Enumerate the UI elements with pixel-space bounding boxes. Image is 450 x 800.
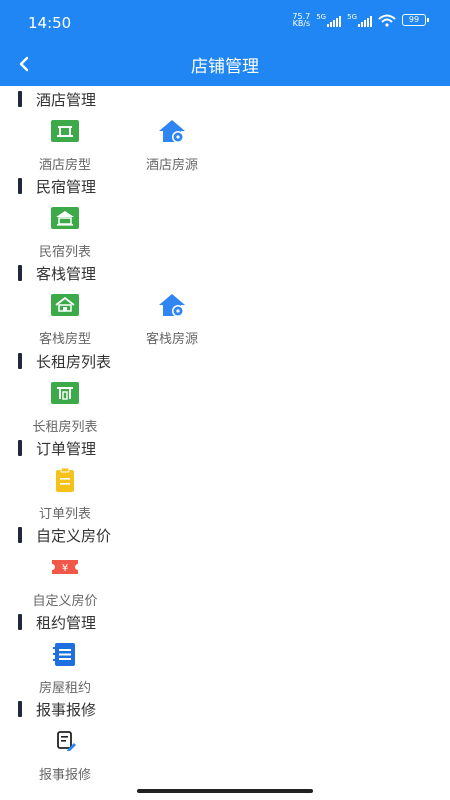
house-lease-button[interactable]: 房屋租约 [20, 641, 110, 696]
section-lease-management: 租约管理 [18, 612, 96, 632]
long-rent-icon [50, 380, 80, 406]
item-label: 长租房列表 [32, 420, 98, 435]
contract-icon [50, 641, 80, 667]
item-label: 酒店房型 [38, 158, 91, 173]
homestay-list-button[interactable]: 民宿列表 [20, 205, 110, 260]
room-type-icon [50, 118, 80, 144]
signal-icon: 5G [316, 13, 342, 27]
app-header: 14:50 75.7 KB/s 5G 5G 99 店铺管理 [0, 0, 450, 86]
item-label: 酒店房源 [145, 158, 198, 173]
inn-room-type-button[interactable]: 客栈房型 [20, 292, 110, 347]
network-speed-unit: KB/s [292, 19, 311, 28]
section-marker [18, 265, 22, 281]
svg-text:¥: ¥ [62, 563, 68, 574]
price-ticket-icon: ¥ [50, 554, 80, 580]
clipboard-icon [50, 467, 80, 493]
section-marker [18, 440, 22, 456]
section-long-rent: 长租房列表 [18, 351, 111, 371]
section-marker [18, 701, 22, 717]
section-homestay-management: 民宿管理 [18, 176, 96, 196]
nav-bar: 店铺管理 [0, 44, 450, 86]
network-speed: 75.7 KB/s [292, 13, 311, 28]
section-hotel-management: 酒店管理 [18, 89, 96, 109]
wifi-icon [378, 14, 396, 27]
section-custom-price: 自定义房价 [18, 525, 111, 545]
long-rent-list-button[interactable]: 长租房列表 [20, 380, 110, 435]
section-marker [18, 91, 22, 107]
home-indicator[interactable] [137, 789, 313, 793]
battery-icon: 99 [402, 14, 429, 26]
section-title: 自定义房价 [36, 526, 112, 545]
section-order-management: 订单管理 [18, 438, 96, 458]
order-list-button[interactable]: 订单列表 [20, 467, 110, 522]
signal-icon-2: 5G [347, 13, 372, 27]
status-time: 14:50 [28, 14, 72, 32]
section-title: 订单管理 [36, 439, 97, 458]
item-label: 报事报修 [38, 768, 91, 783]
item-label: 订单列表 [38, 507, 91, 522]
repair-report-button[interactable]: 报事报修 [20, 728, 110, 783]
homestay-icon [50, 205, 80, 231]
section-title: 酒店管理 [36, 90, 97, 109]
hotel-room-source-button[interactable]: 酒店房源 [127, 118, 217, 173]
section-title: 长租房列表 [36, 352, 112, 371]
item-label: 自定义房价 [32, 594, 98, 609]
custom-price-button[interactable]: ¥ 自定义房价 [20, 554, 110, 609]
house-settings-icon [157, 118, 187, 144]
status-bar: 14:50 75.7 KB/s 5G 5G 99 [0, 0, 450, 44]
item-label: 民宿列表 [38, 245, 91, 260]
section-title: 民宿管理 [36, 177, 97, 196]
house-settings-icon [157, 292, 187, 318]
section-marker [18, 614, 22, 630]
section-title: 租约管理 [36, 613, 97, 632]
hotel-room-type-button[interactable]: 酒店房型 [20, 118, 110, 173]
signal-type: 5G [316, 13, 327, 21]
section-marker [18, 527, 22, 543]
section-marker [18, 353, 22, 369]
section-title: 报事报修 [36, 700, 97, 719]
page-title: 店铺管理 [191, 57, 259, 77]
signal-type-2: 5G [347, 13, 357, 21]
section-marker [18, 178, 22, 194]
repair-report-icon [50, 728, 80, 754]
section-repair-report: 报事报修 [18, 699, 96, 719]
inn-room-source-button[interactable]: 客栈房源 [127, 292, 217, 347]
inn-icon [50, 292, 80, 318]
item-label: 房屋租约 [38, 681, 91, 696]
section-title: 客栈管理 [36, 264, 97, 283]
section-inn-management: 客栈管理 [18, 263, 96, 283]
item-label: 客栈房型 [38, 332, 91, 347]
item-label: 客栈房源 [145, 332, 198, 347]
